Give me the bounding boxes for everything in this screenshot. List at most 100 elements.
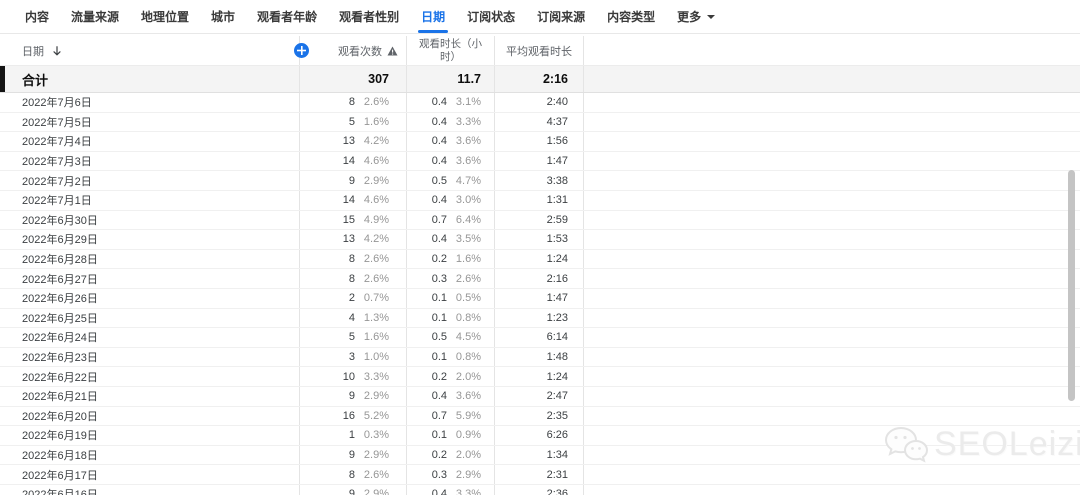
- tab-内容[interactable]: 内容: [14, 0, 60, 33]
- tab-观看者年龄[interactable]: 观看者年龄: [246, 0, 328, 33]
- tab-订阅状态[interactable]: 订阅状态: [456, 0, 526, 33]
- table-row[interactable]: 2022年6月30日 15 4.9% 0.7 6.4% 2:59: [0, 210, 1080, 231]
- warning-triangle-icon[interactable]: [387, 45, 398, 56]
- table-row[interactable]: 2022年6月27日 8 2.6% 0.3 2.6% 2:16: [0, 269, 1080, 289]
- table-row[interactable]: 2022年6月17日 8 2.6% 0.3 2.9% 2:31: [0, 465, 1080, 485]
- row-date: 2022年6月25日: [22, 312, 98, 325]
- row-date: 2022年6月26日: [22, 293, 98, 306]
- row-watch-time-pct: 3.6%: [455, 135, 481, 148]
- table-row[interactable]: 2022年6月26日 2 0.7% 0.1 0.5% 1:47: [0, 288, 1080, 309]
- tab-label: 流量来源: [71, 10, 120, 24]
- row-views-pct: 1.0%: [363, 351, 389, 364]
- row-views: 16: [342, 409, 355, 422]
- row-views-pct: 2.6%: [363, 253, 389, 266]
- row-watch-time: 0.4: [431, 390, 447, 403]
- row-avg-duration: 2:59: [546, 213, 568, 226]
- table-row[interactable]: 2022年7月1日 14 4.6% 0.4 3.0% 1:31: [0, 190, 1080, 211]
- header-date[interactable]: 日期: [0, 36, 300, 65]
- tab-更多[interactable]: 更多: [666, 0, 726, 33]
- row-spacer: [584, 309, 1080, 328]
- header-views[interactable]: 观看次数: [300, 36, 407, 65]
- tab-label: 地理位置: [141, 10, 190, 24]
- row-watch-time-cell: 0.4 3.5%: [407, 230, 495, 249]
- row-watch-time-pct: 3.5%: [455, 233, 481, 246]
- table-row[interactable]: 2022年7月6日 8 2.6% 0.4 3.1% 2:40: [0, 93, 1080, 113]
- row-watch-time-cell: 0.1 0.8%: [407, 308, 495, 328]
- header-watch-time[interactable]: 观看时长（小时）: [407, 36, 495, 65]
- row-avg-duration: 1:48: [546, 351, 568, 364]
- table-row[interactable]: 2022年6月25日 4 1.3% 0.1 0.8% 1:23: [0, 308, 1080, 329]
- row-watch-time-cell: 0.5 4.7%: [407, 171, 495, 190]
- header-avg-duration[interactable]: 平均观看时长: [495, 36, 584, 65]
- table-row[interactable]: 2022年7月5日 5 1.6% 0.4 3.3% 4:37: [0, 112, 1080, 133]
- row-watch-time: 0.5: [431, 174, 447, 187]
- row-avg-duration: 1:23: [546, 311, 568, 324]
- row-views-cell: 13 4.2%: [300, 230, 407, 249]
- tab-流量来源[interactable]: 流量来源: [60, 0, 130, 33]
- table-row[interactable]: 2022年6月29日 13 4.2% 0.4 3.5% 1:53: [0, 230, 1080, 250]
- row-views-cell: 9 2.9%: [300, 484, 407, 495]
- tab-内容类型[interactable]: 内容类型: [596, 0, 666, 33]
- row-watch-time-cell: 0.4 3.3%: [407, 112, 495, 132]
- table-row[interactable]: 2022年6月18日 9 2.9% 0.2 2.0% 1:34: [0, 445, 1080, 466]
- row-watch-time: 0.2: [431, 253, 447, 266]
- row-views-pct: 4.6%: [363, 194, 389, 207]
- tab-label: 订阅来源: [537, 10, 586, 24]
- row-watch-time-pct: 6.4%: [455, 213, 481, 226]
- row-views-cell: 9 2.9%: [300, 445, 407, 465]
- sort-descending-icon[interactable]: [51, 45, 63, 57]
- total-watch-time-cell: 11.7: [407, 66, 495, 92]
- row-date-cell: 2022年6月28日: [0, 249, 300, 269]
- row-watch-time: 0.2: [431, 370, 447, 383]
- row-watch-time-cell: 0.2 2.0%: [407, 445, 495, 465]
- row-watch-time-pct: 1.6%: [455, 253, 481, 266]
- row-views-pct: 2.6%: [363, 468, 389, 481]
- table-row[interactable]: 2022年6月21日 9 2.9% 0.4 3.6% 2:47: [0, 386, 1080, 407]
- add-metric-button[interactable]: [294, 43, 309, 58]
- vertical-scrollbar-thumb[interactable]: [1068, 170, 1075, 401]
- row-avg-duration: 2:47: [546, 390, 568, 403]
- table-row[interactable]: 2022年7月3日 14 4.6% 0.4 3.6% 1:47: [0, 151, 1080, 172]
- row-avg-duration: 6:26: [546, 429, 568, 442]
- row-watch-time-pct: 2.9%: [455, 468, 481, 481]
- tab-城市[interactable]: 城市: [200, 0, 246, 33]
- row-watch-time: 0.1: [431, 429, 447, 442]
- row-views-cell: 4 1.3%: [300, 308, 407, 328]
- row-date: 2022年6月28日: [22, 254, 98, 267]
- row-date-cell: 2022年7月2日: [0, 171, 300, 190]
- tab-地理位置[interactable]: 地理位置: [130, 0, 200, 33]
- row-views-pct: 4.2%: [363, 135, 389, 148]
- table-row[interactable]: 2022年6月20日 16 5.2% 0.7 5.9% 2:35: [0, 406, 1080, 427]
- row-views-pct: 0.3%: [363, 429, 389, 442]
- table-row[interactable]: 2022年7月2日 9 2.9% 0.5 4.7% 3:38: [0, 171, 1080, 191]
- row-spacer: [584, 250, 1080, 269]
- row-views: 5: [348, 115, 355, 128]
- row-date-cell: 2022年7月3日: [0, 151, 300, 171]
- table-row[interactable]: 2022年6月16日 9 2.9% 0.4 3.3% 2:36: [0, 484, 1080, 495]
- row-watch-time: 0.4: [431, 115, 447, 128]
- table-row[interactable]: 2022年6月19日 1 0.3% 0.1 0.9% 6:26: [0, 426, 1080, 446]
- table-row[interactable]: 2022年6月22日 10 3.3% 0.2 2.0% 1:24: [0, 367, 1080, 387]
- table-row[interactable]: 2022年6月23日 3 1.0% 0.1 0.8% 1:48: [0, 347, 1080, 368]
- table-row[interactable]: 2022年6月24日 5 1.6% 0.5 4.5% 6:14: [0, 328, 1080, 348]
- row-views-pct: 1.6%: [363, 331, 389, 344]
- row-views-pct: 5.2%: [363, 409, 389, 422]
- table-body: 2022年7月6日 8 2.6% 0.4 3.1% 2:40 2022年7月5日…: [0, 93, 1080, 495]
- tab-订阅来源[interactable]: 订阅来源: [526, 0, 596, 33]
- row-date-cell: 2022年6月27日: [0, 269, 300, 288]
- row-views-cell: 8 2.6%: [300, 465, 407, 484]
- tab-日期[interactable]: 日期: [410, 0, 456, 33]
- row-watch-time-pct: 3.3%: [455, 488, 481, 495]
- row-watch-time-pct: 2.6%: [455, 272, 481, 285]
- row-avg-duration: 1:56: [546, 135, 568, 148]
- table-row[interactable]: 2022年6月28日 8 2.6% 0.2 1.6% 1:24: [0, 249, 1080, 270]
- row-watch-time-cell: 0.4 3.6%: [407, 132, 495, 151]
- tab-观看者性别[interactable]: 观看者性别: [328, 0, 410, 33]
- tab-label: 观看者年龄: [257, 10, 318, 24]
- row-views: 14: [342, 194, 355, 207]
- row-views: 9: [348, 390, 355, 403]
- table-row[interactable]: 2022年7月4日 13 4.2% 0.4 3.6% 1:56: [0, 132, 1080, 152]
- row-date: 2022年6月23日: [22, 352, 98, 365]
- row-views-pct: 1.3%: [363, 311, 389, 324]
- row-watch-time-pct: 3.0%: [455, 194, 481, 207]
